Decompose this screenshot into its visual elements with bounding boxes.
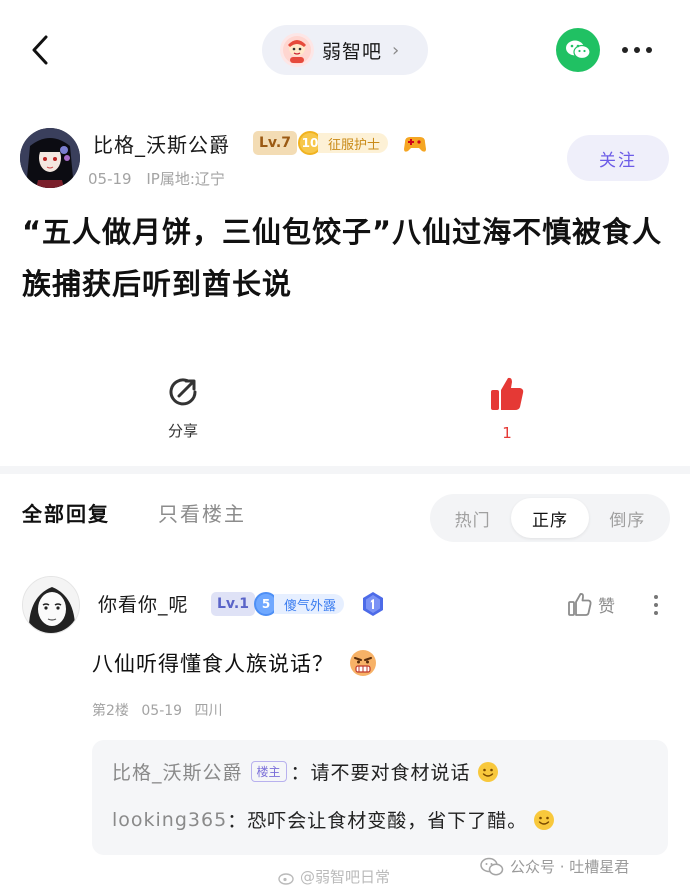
weibo-icon	[278, 872, 294, 885]
sub-replies-box[interactable]: 比格_沃斯公爵 楼主 ：请不要对食材说话 looking365 ：恐吓会让食材变…	[92, 740, 668, 855]
tab-owner-only[interactable]: 只看楼主	[158, 498, 246, 527]
forum-name: 弱智吧	[322, 40, 383, 63]
sort-hot[interactable]: 热门	[434, 498, 511, 538]
wechat-share-button[interactable]	[556, 28, 600, 72]
reply-avatar[interactable]	[22, 576, 80, 634]
share-button[interactable]: 分享	[143, 374, 223, 441]
like-button[interactable]: 1	[467, 374, 547, 442]
like-count: 1	[502, 424, 512, 442]
owner-tag: 楼主	[250, 761, 287, 782]
author-meta: 05-19 IP属地:辽宁	[88, 168, 235, 189]
more-icon-dot	[622, 47, 628, 53]
share-icon	[169, 378, 197, 406]
post-author: 比格_沃斯公爵 Lv.7 10 征服护士 05-19 IP属地:辽宁 关注	[0, 120, 690, 200]
more-icon-dot	[654, 611, 658, 615]
sub-reply: looking365 ：恐吓会让食材变酸，省下了醋。	[112, 806, 555, 833]
more-icon-dot	[646, 47, 652, 53]
reply-content: 八仙听得懂食人族说话？	[92, 648, 378, 678]
back-button[interactable]	[22, 30, 58, 70]
author-honor-badge: 10 征服护士	[298, 131, 389, 155]
author-avatar[interactable]	[20, 128, 80, 188]
smile-icon	[477, 761, 498, 782]
smile-icon	[534, 809, 555, 830]
section-divider	[0, 466, 690, 474]
author-level-badge: Lv.7	[253, 131, 297, 155]
sub-reply: 比格_沃斯公爵 楼主 ：请不要对食材说话	[112, 758, 499, 785]
sub-reply-text: ：请不要对食材说话	[290, 762, 471, 784]
post-title: “五人做月饼，三仙包饺子”八仙过海不慎被食人族捕获后听到酋长说	[22, 215, 663, 301]
tab-all-replies[interactable]: 全部回复	[22, 498, 110, 527]
wechat-account-watermark: 公众号 · 吐槽星君	[480, 856, 629, 877]
sort-toggle: 热门 正序 倒序	[430, 494, 670, 542]
share-label: 分享	[167, 422, 198, 440]
weibo-watermark-text: @弱智吧日常	[300, 868, 391, 886]
weibo-watermark: @弱智吧日常	[278, 866, 390, 887]
reply-more-button[interactable]	[646, 590, 666, 620]
honor-title: 征服护士	[318, 133, 389, 153]
post-date: 05-19	[88, 170, 132, 188]
wechat-icon	[566, 40, 591, 60]
medal-icon	[363, 592, 383, 616]
chevron-right-icon: ›	[392, 39, 400, 61]
author-name[interactable]: 比格_沃斯公爵	[93, 129, 230, 158]
honor-title: 傻气外露	[274, 594, 345, 614]
reply-honor-badge: 5 傻气外露	[254, 592, 345, 616]
game-controller-icon	[404, 137, 426, 152]
ip-location: IP属地:辽宁	[146, 170, 225, 188]
reply-meta: 第2楼 05-19 四川	[92, 700, 231, 720]
sub-reply-text: ：恐吓会让食材变酸，省下了醋。	[227, 810, 528, 832]
sub-reply-username[interactable]: 比格_沃斯公爵	[112, 758, 243, 785]
reply-text: 八仙听得懂食人族说话？	[92, 652, 334, 676]
top-bar: 弱智吧 ›	[0, 0, 690, 100]
more-icon-dot	[654, 595, 658, 599]
reply-like-button[interactable]: 赞	[566, 590, 615, 618]
reply-floor: 第2楼	[92, 703, 129, 719]
wechat-account-text: 公众号 · 吐槽星君	[510, 858, 630, 876]
reply-level-badge: Lv.1	[211, 592, 255, 616]
reply-date: 05-19	[141, 703, 183, 719]
chevron-left-icon	[32, 35, 48, 65]
forum-avatar	[280, 33, 314, 67]
reply-like-label: 赞	[598, 596, 615, 617]
more-options-button[interactable]	[616, 36, 658, 64]
wechat-account-icon	[480, 857, 504, 875]
sort-descending[interactable]: 倒序	[589, 498, 666, 538]
thumbs-up-outline-icon	[568, 593, 592, 616]
thumbs-up-icon	[491, 377, 524, 410]
reply-username[interactable]: 你看你_呢	[98, 590, 189, 617]
follow-button[interactable]: 关注	[567, 135, 669, 181]
forum-entry-button[interactable]: 弱智吧 ›	[262, 25, 428, 75]
more-icon-dot	[634, 47, 640, 53]
sort-ascending[interactable]: 正序	[511, 498, 589, 538]
more-icon-dot	[654, 603, 658, 607]
angry-face-icon	[350, 650, 376, 676]
reply-location: 四川	[194, 703, 223, 719]
sub-reply-username[interactable]: looking365	[112, 809, 227, 831]
